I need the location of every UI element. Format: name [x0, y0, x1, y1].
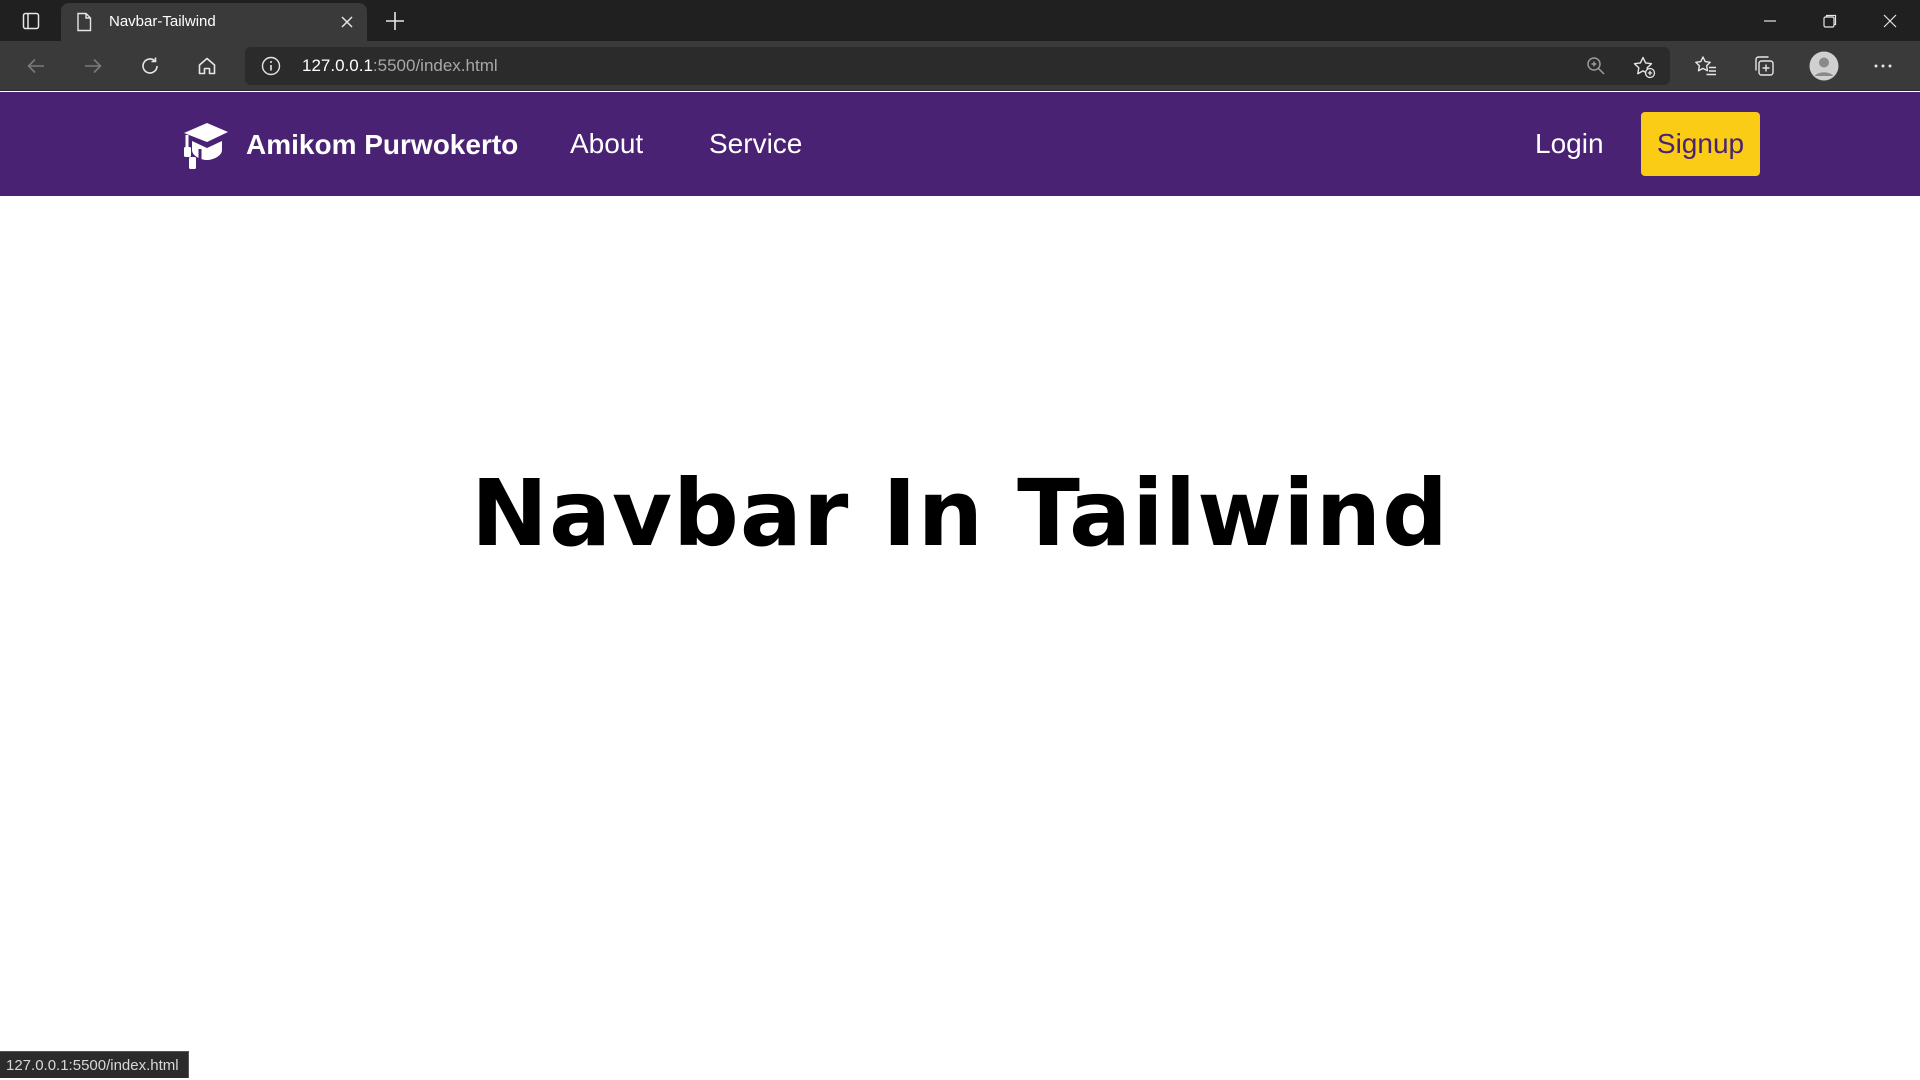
restore-icon[interactable]	[1800, 0, 1860, 41]
refresh-icon[interactable]	[130, 48, 170, 84]
collections-icon[interactable]	[1744, 48, 1784, 84]
brand-link[interactable]: Amikom Purwokerto	[180, 118, 518, 172]
tab-actions-icon[interactable]	[16, 8, 46, 34]
star-plus-icon[interactable]	[1632, 55, 1656, 79]
browser-toolbar: 127.0.0.1:5500/index.html	[0, 41, 1920, 91]
status-url-bubble: 127.0.0.1:5500/index.html	[0, 1051, 189, 1078]
graduation-cap-logo-icon	[180, 119, 232, 171]
document-icon	[76, 12, 92, 32]
address-url[interactable]: 127.0.0.1:5500/index.html	[302, 56, 498, 76]
zoom-in-icon[interactable]	[1585, 55, 1607, 77]
address-host: 127.0.0.1	[302, 56, 373, 75]
plus-icon[interactable]	[380, 8, 410, 34]
close-icon[interactable]	[338, 13, 356, 31]
minimize-icon[interactable]	[1740, 0, 1800, 41]
more-icon[interactable]	[1863, 48, 1903, 84]
address-port-path: :5500/index.html	[372, 56, 498, 75]
nav-link-service[interactable]: Service	[709, 126, 802, 162]
browser-tab-active[interactable]: Navbar-Tailwind	[61, 3, 367, 41]
back-arrow-icon[interactable]	[16, 48, 56, 84]
home-icon[interactable]	[187, 48, 227, 84]
profile-avatar-icon[interactable]	[1804, 48, 1844, 84]
info-icon[interactable]	[261, 56, 281, 76]
favorites-icon[interactable]	[1686, 48, 1726, 84]
browser-tab-strip: Navbar-Tailwind	[0, 0, 1920, 41]
window-close-icon[interactable]	[1860, 0, 1920, 41]
login-link[interactable]: Login	[1535, 126, 1604, 162]
address-bar[interactable]: 127.0.0.1:5500/index.html	[245, 47, 1670, 85]
hero-title: Navbar In Tailwind	[470, 459, 1450, 567]
tab-title: Navbar-Tailwind	[109, 13, 216, 30]
web-page: Amikom Purwokerto About Service Login Si…	[0, 92, 1920, 1080]
forward-arrow-icon[interactable]	[73, 48, 113, 84]
site-navbar: Amikom Purwokerto About Service Login Si…	[0, 92, 1920, 196]
nav-link-about[interactable]: About	[570, 126, 643, 162]
signup-button[interactable]: Signup	[1641, 112, 1760, 176]
brand-name: Amikom Purwokerto	[246, 129, 519, 160]
